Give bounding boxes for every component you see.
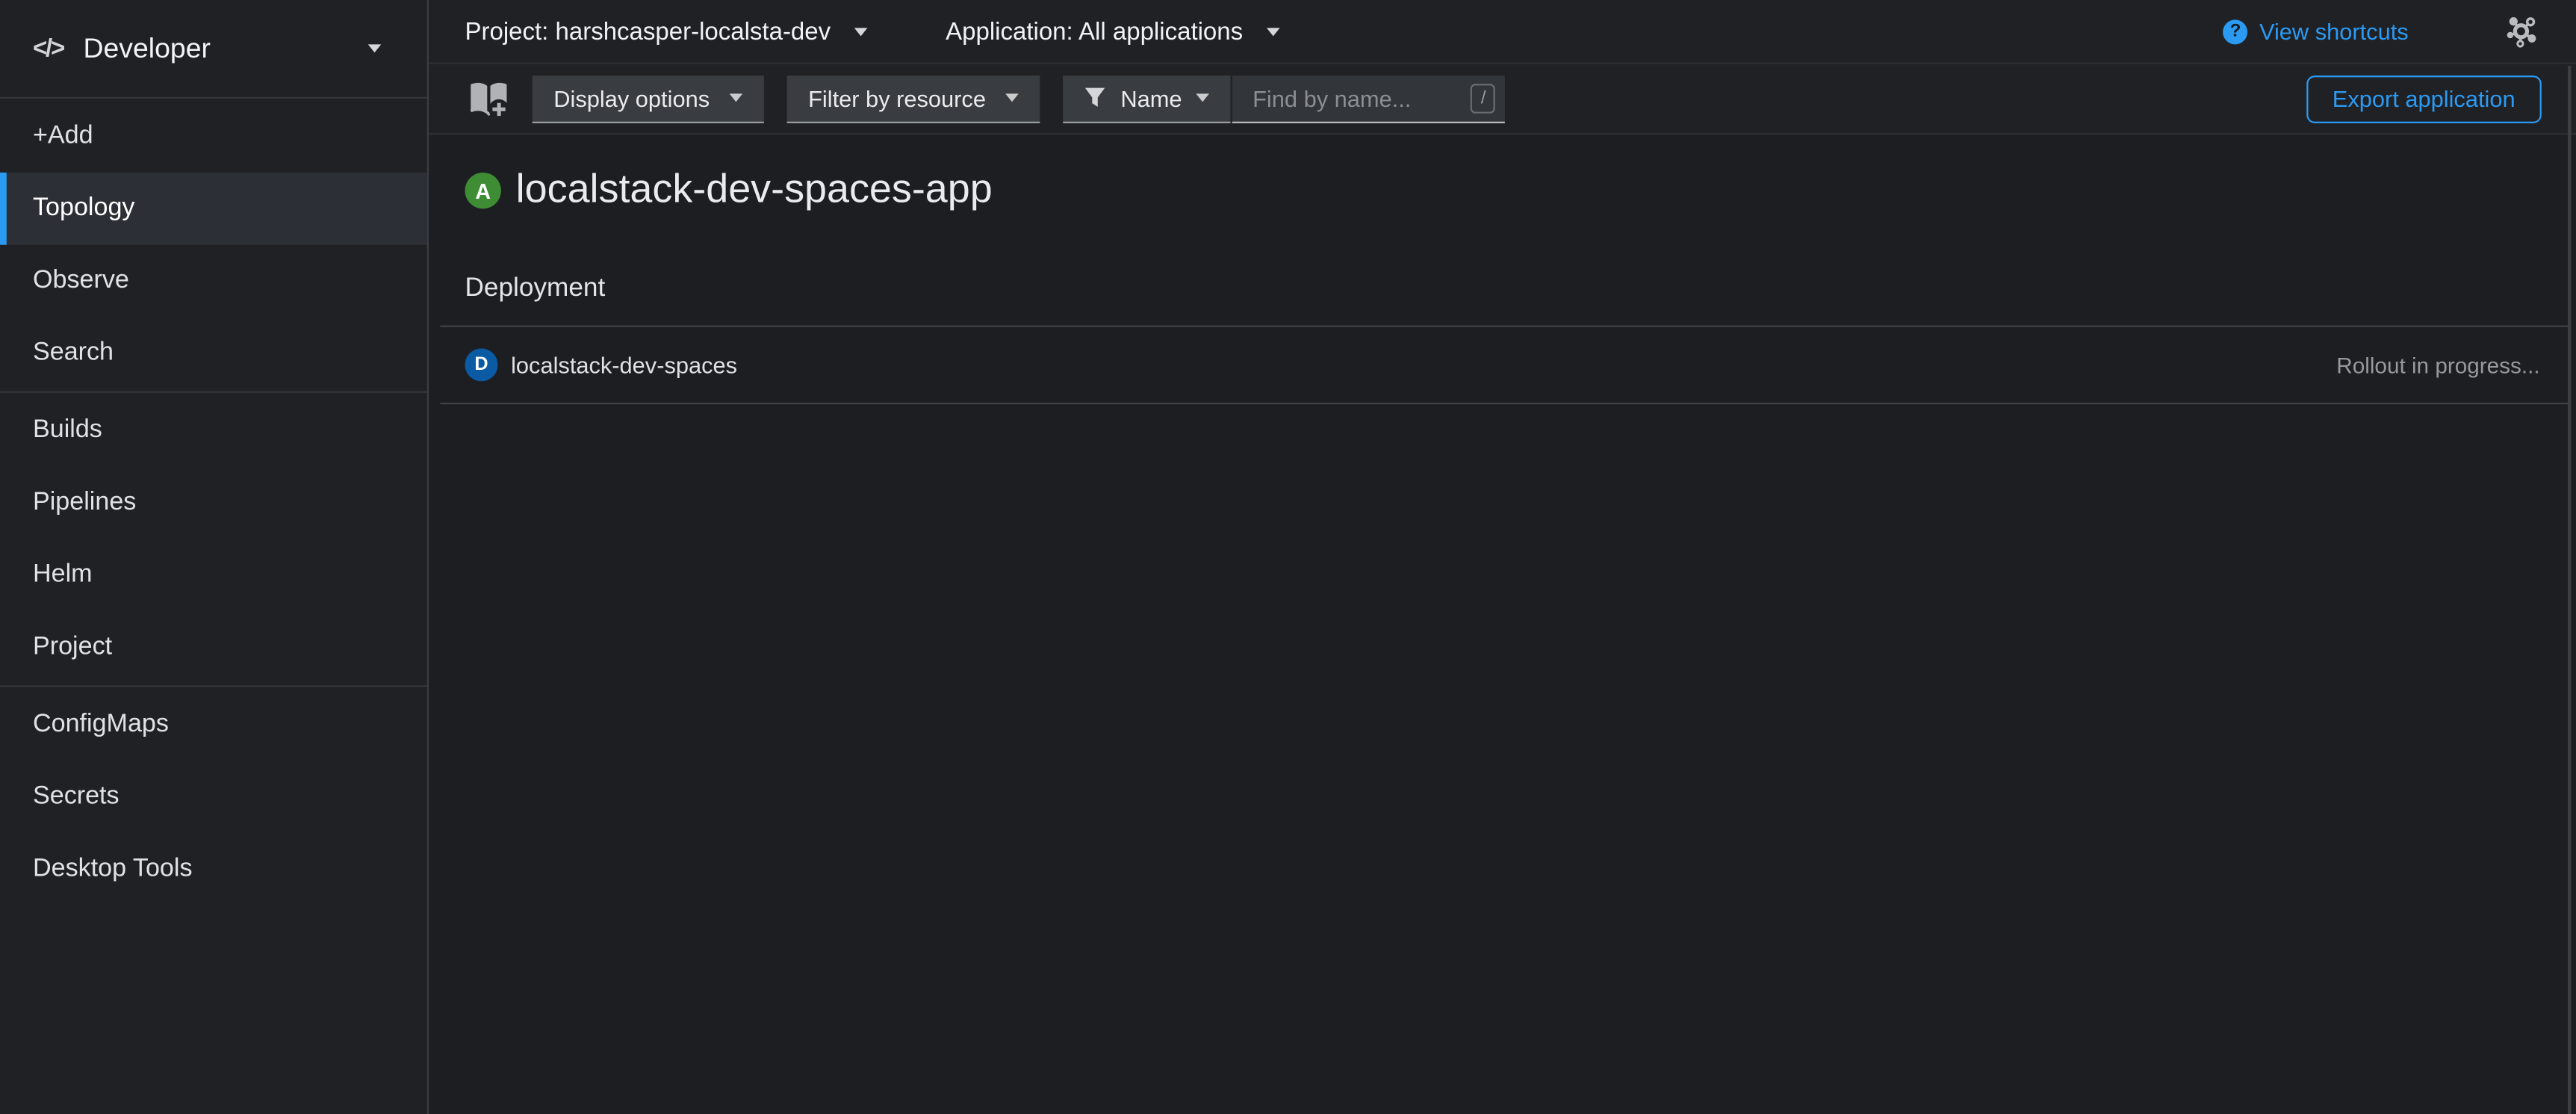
code-icon: </> bbox=[33, 34, 63, 62]
sidebar-item-pipelines[interactable]: Pipelines bbox=[0, 467, 427, 539]
application-selector-label: Application: All applications bbox=[946, 17, 1243, 45]
context-bar-right: ? View shortcuts bbox=[2223, 13, 2540, 49]
filter-by-resource-dropdown[interactable]: Filter by resource bbox=[786, 75, 1040, 123]
topology-toolbar: Display options Filter by resource Name bbox=[429, 64, 2576, 135]
chevron-down-icon bbox=[1005, 93, 1019, 102]
deployment-status: Rollout in progress... bbox=[2336, 353, 2539, 377]
display-options-dropdown[interactable]: Display options bbox=[533, 75, 764, 123]
filter-type-dropdown[interactable]: Name bbox=[1063, 75, 1231, 123]
sidebar-item-search[interactable]: Search bbox=[0, 318, 427, 390]
deployment-list: D localstack-dev-spaces Rollout in progr… bbox=[440, 326, 2571, 405]
application-group-header: A localstack-dev-spaces-app bbox=[465, 164, 2539, 217]
filter-by-resource-label: Filter by resource bbox=[808, 84, 986, 111]
perspective-switcher[interactable]: </> Developer bbox=[0, 0, 427, 99]
sidebar-item-helm[interactable]: Helm bbox=[0, 539, 427, 611]
project-selector-label: Project: harshcasper-localsta-dev bbox=[465, 17, 831, 45]
topology-graph-icon[interactable] bbox=[2504, 13, 2539, 49]
deployment-badge: D bbox=[465, 348, 497, 381]
perspective-label: Developer bbox=[83, 32, 210, 65]
display-options-label: Display options bbox=[553, 84, 710, 111]
nav-group-topology: +Add Topology Observe Search bbox=[0, 99, 427, 392]
deployment-row[interactable]: D localstack-dev-spaces Rollout in progr… bbox=[440, 326, 2571, 405]
view-shortcuts-label: View shortcuts bbox=[2259, 18, 2409, 44]
app-window: </> Developer +Add Topology Observe Sear… bbox=[0, 0, 2576, 1114]
chevron-down-icon bbox=[1266, 27, 1279, 35]
chevron-down-icon bbox=[729, 93, 742, 102]
sidebar-item-builds[interactable]: Builds bbox=[0, 394, 427, 467]
sidebar-nav: +Add Topology Observe Search Builds Pipe… bbox=[0, 99, 427, 907]
sidebar-item-desktop-tools[interactable]: Desktop Tools bbox=[0, 833, 427, 906]
deployment-name: localstack-dev-spaces bbox=[511, 352, 737, 378]
sidebar-item-observe[interactable]: Observe bbox=[0, 245, 427, 318]
project-selector-dropdown[interactable]: Project: harshcasper-localsta-dev bbox=[465, 17, 866, 45]
nav-group-builds: Builds Pipelines Helm Project bbox=[0, 392, 427, 686]
chevron-down-icon bbox=[368, 44, 382, 52]
export-application-button[interactable]: Export application bbox=[2306, 75, 2542, 123]
sidebar-item-add[interactable]: +Add bbox=[0, 100, 427, 173]
topology-list-view: A localstack-dev-spaces-app Deployment D… bbox=[429, 134, 2576, 1114]
slash-shortcut-key: / bbox=[1471, 83, 1496, 113]
find-by-name-input[interactable] bbox=[1233, 75, 1506, 123]
view-shortcuts-link[interactable]: ? View shortcuts bbox=[2223, 18, 2409, 44]
sidebar: </> Developer +Add Topology Observe Sear… bbox=[0, 0, 429, 1114]
question-circle-icon: ? bbox=[2223, 19, 2248, 43]
sidebar-item-topology[interactable]: Topology bbox=[0, 173, 427, 245]
main-area: Project: harshcasper-localsta-dev Applic… bbox=[429, 0, 2576, 1114]
name-filter-group: Name / bbox=[1063, 75, 1505, 123]
application-badge: A bbox=[465, 173, 500, 208]
section-title-deployment: Deployment bbox=[465, 273, 2539, 304]
chevron-down-icon bbox=[1197, 93, 1210, 102]
nav-group-config: ConfigMaps Secrets Desktop Tools bbox=[0, 685, 427, 907]
chevron-down-icon bbox=[854, 27, 867, 35]
filter-type-label: Name bbox=[1120, 84, 1182, 111]
sidebar-item-secrets[interactable]: Secrets bbox=[0, 761, 427, 833]
search-wrap: / bbox=[1233, 75, 1506, 123]
scrollbar-track[interactable] bbox=[2568, 66, 2570, 1114]
filter-funnel-icon bbox=[1084, 87, 1106, 109]
application-title: localstack-dev-spaces-app bbox=[516, 164, 993, 217]
application-selector-dropdown[interactable]: Application: All applications bbox=[946, 17, 1279, 45]
context-bar: Project: harshcasper-localsta-dev Applic… bbox=[429, 0, 2576, 64]
quick-search-book-icon[interactable] bbox=[465, 78, 512, 119]
sidebar-item-project[interactable]: Project bbox=[0, 611, 427, 684]
sidebar-item-configmaps[interactable]: ConfigMaps bbox=[0, 689, 427, 761]
